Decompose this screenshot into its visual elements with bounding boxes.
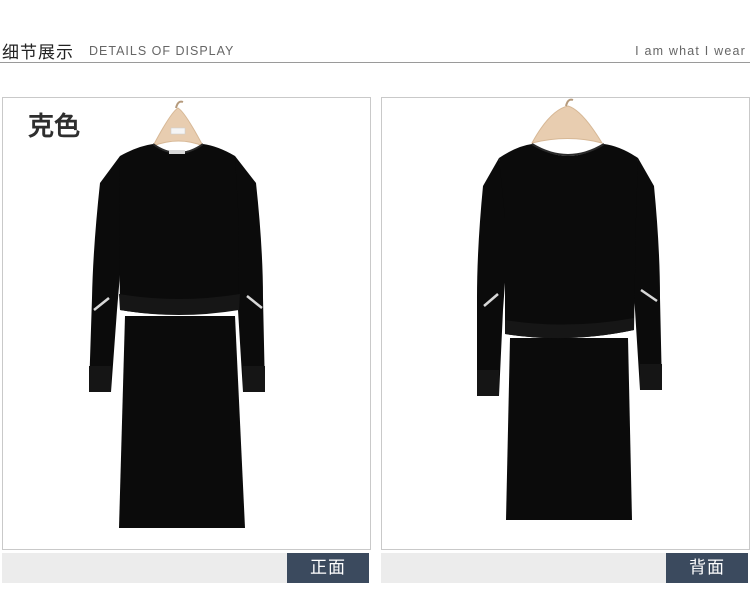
section-header: 细节展示 DETAILS OF DISPLAY I am what I wear — [0, 0, 750, 64]
back-caption-bar: 背面 — [381, 553, 748, 583]
front-view-tag: 正面 — [287, 553, 369, 583]
back-view-panel — [381, 97, 750, 550]
section-title-en: DETAILS OF DISPLAY — [89, 44, 235, 58]
front-caption-bar: 正面 — [2, 553, 369, 583]
color-name-label: 克色 — [28, 112, 81, 142]
section-title-cn: 细节展示 — [2, 43, 74, 63]
front-view-panel: 克色 — [2, 97, 371, 550]
hanger-back — [531, 98, 604, 144]
header-divider — [0, 62, 750, 63]
brand-tagline: I am what I wear — [635, 44, 746, 58]
dress-front-image — [89, 100, 265, 528]
hanger-front — [151, 100, 205, 147]
dress-back-image — [477, 98, 662, 520]
back-view-tag: 背面 — [666, 553, 748, 583]
